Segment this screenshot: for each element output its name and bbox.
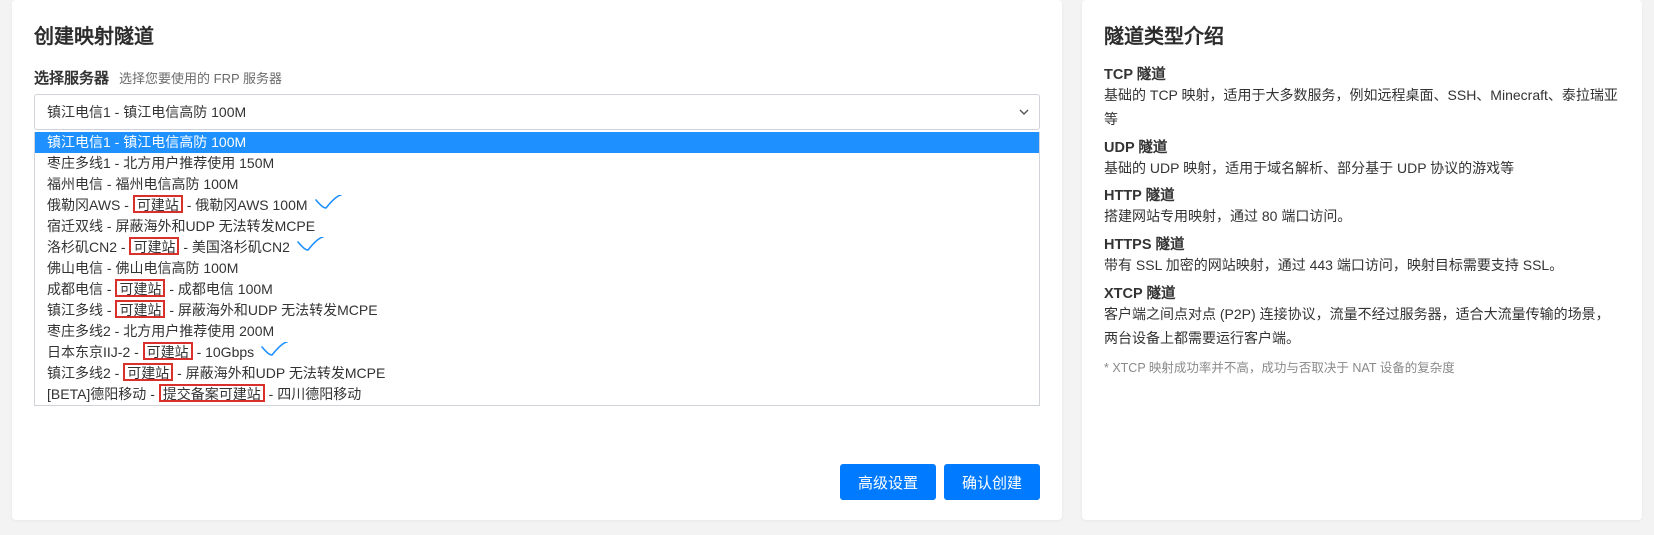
highlight-tag: 可建站 bbox=[123, 363, 173, 381]
server-select-display[interactable]: 镇江电信1 - 镇江电信高防 100M bbox=[34, 94, 1040, 130]
option-suffix: - 成都电信 100M bbox=[169, 281, 272, 297]
option-prefix: 洛杉矶CN2 - bbox=[47, 239, 129, 255]
server-option[interactable]: [BETA]德阳移动 - 提交备案可建站 - 四川德阳移动 bbox=[35, 384, 1039, 405]
server-option[interactable]: 洛杉矶CN2 - 可建站 - 美国洛杉矶CN2 bbox=[35, 237, 1039, 258]
option-prefix: 枣庄多线1 - 北方用户推荐使用 150M bbox=[47, 155, 274, 171]
server-option[interactable]: 宿迁双线 - 屏蔽海外和UDP 无法转发MCPE bbox=[35, 216, 1039, 237]
server-option[interactable]: 枣庄多线1 - 北方用户推荐使用 150M bbox=[35, 153, 1039, 174]
action-buttons: 高级设置 确认创建 bbox=[840, 464, 1040, 500]
option-suffix: - 屏蔽海外和UDP 无法转发MCPE bbox=[177, 365, 385, 381]
option-prefix: 日本东京IIJ-2 - bbox=[47, 344, 143, 360]
server-option[interactable]: 日本东京IIJ-2 - 可建站 - 10Gbps bbox=[35, 342, 1039, 363]
highlight-tag: 可建站 bbox=[115, 300, 165, 318]
server-select[interactable]: 镇江电信1 - 镇江电信高防 100M 镇江电信1 - 镇江电信高防 100M枣… bbox=[34, 94, 1040, 130]
tunnel-type-name: TCP 隧道 bbox=[1104, 63, 1620, 84]
checkmark-icon bbox=[314, 195, 342, 216]
server-select-value: 镇江电信1 - 镇江电信高防 100M bbox=[47, 102, 246, 122]
option-prefix: 俄勒冈AWS - bbox=[47, 197, 133, 213]
option-prefix: 福州电信 - 福州电信高防 100M bbox=[47, 176, 238, 192]
side-title: 隧道类型介绍 bbox=[1104, 20, 1620, 49]
server-select-label-row: 选择服务器 选择您要使用的 FRP 服务器 bbox=[34, 67, 1040, 88]
option-prefix: 枣庄多线2 - 北方用户推荐使用 200M bbox=[47, 323, 274, 339]
server-option[interactable]: 镇江多线2 - 可建站 - 屏蔽海外和UDP 无法转发MCPE bbox=[35, 363, 1039, 384]
confirm-create-button[interactable]: 确认创建 bbox=[944, 464, 1040, 500]
option-suffix: 镇江电信高防 100M bbox=[123, 134, 246, 150]
tunnel-type-desc: 带有 SSL 加密的网站映射，通过 443 端口访问，映射目标需要支持 SSL。 bbox=[1104, 254, 1620, 278]
option-prefix: 佛山电信 - 佛山电信高防 100M bbox=[47, 260, 238, 276]
option-prefix: 镇江电信1 - bbox=[47, 134, 123, 150]
tunnel-type-desc: 基础的 UDP 映射，适用于域名解析、部分基于 UDP 协议的游戏等 bbox=[1104, 157, 1620, 181]
server-select-hint: 选择您要使用的 FRP 服务器 bbox=[119, 68, 282, 87]
server-option[interactable]: 镇江电信1 - 镇江电信高防 100M bbox=[35, 132, 1039, 153]
server-select-label: 选择服务器 bbox=[34, 67, 109, 88]
tunnel-type-name: UDP 隧道 bbox=[1104, 136, 1620, 157]
server-option[interactable]: 佛山电信 - 佛山电信高防 100M bbox=[35, 258, 1039, 279]
server-option[interactable]: 镇江多线 - 可建站 - 屏蔽海外和UDP 无法转发MCPE bbox=[35, 300, 1039, 321]
checkmark-icon bbox=[296, 237, 324, 258]
option-suffix: - 美国洛杉矶CN2 bbox=[183, 239, 290, 255]
server-option[interactable]: 福州电信 - 福州电信高防 100M bbox=[35, 174, 1039, 195]
tunnel-type-name: XTCP 隧道 bbox=[1104, 282, 1620, 303]
tunnel-type-desc: 基础的 TCP 映射，适用于大多数服务，例如远程桌面、SSH、Minecraft… bbox=[1104, 84, 1620, 132]
option-prefix: 成都电信 - bbox=[47, 281, 115, 297]
xtcp-note: * XTCP 映射成功率并不高，成功与否取决于 NAT 设备的复杂度 bbox=[1104, 357, 1620, 376]
tunnel-types-panel: 隧道类型介绍 TCP 隧道基础的 TCP 映射，适用于大多数服务，例如远程桌面、… bbox=[1082, 0, 1642, 520]
highlight-tag: 可建站 bbox=[115, 279, 165, 297]
highlight-tag: 提交备案可建站 bbox=[159, 384, 265, 402]
option-prefix: 镇江多线2 - bbox=[47, 365, 123, 381]
option-prefix: [BETA]德阳移动 - bbox=[47, 386, 159, 402]
highlight-tag: 可建站 bbox=[133, 195, 183, 213]
server-option[interactable]: 俄勒冈AWS - 可建站 - 俄勒冈AWS 100M bbox=[35, 195, 1039, 216]
chevron-down-icon bbox=[1019, 107, 1029, 117]
advanced-settings-button[interactable]: 高级设置 bbox=[840, 464, 936, 500]
server-option[interactable]: 成都电信 - 可建站 - 成都电信 100M bbox=[35, 279, 1039, 300]
option-prefix: 宿迁双线 - 屏蔽海外和UDP 无法转发MCPE bbox=[47, 218, 315, 234]
tunnel-type-desc: 客户端之间点对点 (P2P) 连接协议，流量不经过服务器，适合大流量传输的场景，… bbox=[1104, 303, 1620, 351]
tunnel-type-name: HTTP 隧道 bbox=[1104, 184, 1620, 205]
option-prefix: 镇江多线 - bbox=[47, 302, 115, 318]
option-suffix: - 10Gbps bbox=[197, 344, 255, 360]
server-option[interactable]: 枣庄多线2 - 北方用户推荐使用 200M bbox=[35, 321, 1039, 342]
tunnel-type-name: HTTPS 隧道 bbox=[1104, 233, 1620, 254]
option-suffix: - 屏蔽海外和UDP 无法转发MCPE bbox=[169, 302, 377, 318]
option-suffix: - 四川德阳移动 bbox=[269, 386, 362, 402]
highlight-tag: 可建站 bbox=[129, 237, 179, 255]
option-suffix: - 俄勒冈AWS 100M bbox=[187, 197, 308, 213]
create-tunnel-panel: 创建映射隧道 选择服务器 选择您要使用的 FRP 服务器 镇江电信1 - 镇江电… bbox=[12, 0, 1062, 520]
tunnel-type-desc: 搭建网站专用映射，通过 80 端口访问。 bbox=[1104, 205, 1620, 229]
checkmark-icon bbox=[260, 342, 288, 363]
panel-title: 创建映射隧道 bbox=[34, 20, 1040, 49]
highlight-tag: 可建站 bbox=[143, 342, 193, 360]
server-options-list[interactable]: 镇江电信1 - 镇江电信高防 100M 枣庄多线1 - 北方用户推荐使用 150M… bbox=[34, 132, 1040, 406]
